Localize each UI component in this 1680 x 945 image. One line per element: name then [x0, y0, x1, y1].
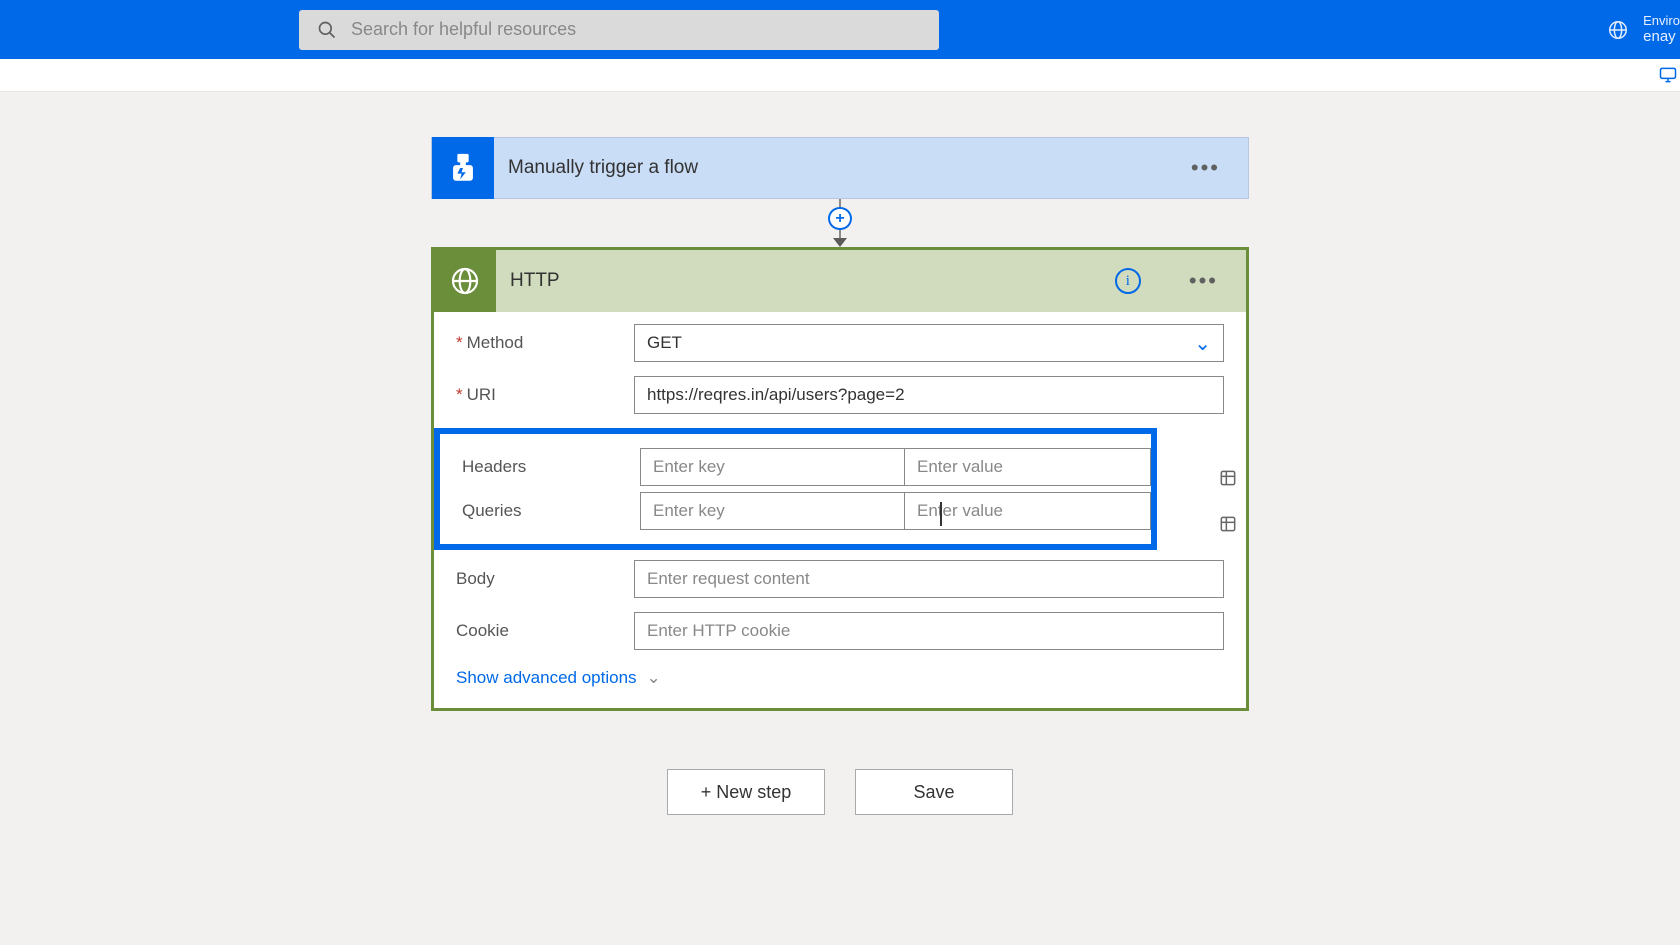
uri-row: *URI — [456, 376, 1224, 414]
uri-label: *URI — [456, 385, 634, 405]
http-header[interactable]: HTTP i ••• — [434, 250, 1246, 312]
add-step-button[interactable]: + — [828, 207, 852, 230]
http-card: HTTP i ••• *Method GET ⌄ *URI — [431, 247, 1249, 711]
body-input[interactable] — [634, 560, 1224, 598]
headers-queries-highlight-row: Headers Queries — [456, 428, 1224, 560]
trigger-icon — [432, 137, 494, 199]
text-cursor — [940, 502, 942, 526]
method-value: GET — [647, 333, 682, 353]
http-icon — [434, 250, 496, 312]
chevron-down-icon: ⌄ — [1194, 331, 1211, 356]
cookie-row: Cookie — [456, 612, 1224, 650]
method-select[interactable]: GET ⌄ — [634, 324, 1224, 362]
body-label: Body — [456, 569, 634, 589]
environment-text: Enviro enay — [1643, 13, 1680, 47]
save-button[interactable]: Save — [855, 769, 1013, 815]
top-bar: Enviro enay — [0, 0, 1680, 59]
method-row: *Method GET ⌄ — [456, 324, 1224, 362]
highlight-box: Headers Queries — [434, 428, 1157, 550]
uri-input[interactable] — [634, 376, 1224, 414]
search-box[interactable] — [299, 10, 939, 50]
headers-value-input[interactable] — [905, 448, 1151, 486]
flow-canvas: Manually trigger a flow ••• + HTTP i •••… — [0, 92, 1680, 815]
queries-key-input[interactable] — [640, 492, 905, 530]
environment-icon — [1607, 19, 1629, 41]
show-advanced-link[interactable]: Show advanced options ⌄ — [456, 668, 661, 688]
search-input[interactable] — [351, 19, 921, 40]
environment-block[interactable]: Enviro enay — [1607, 13, 1680, 47]
arrow-down-icon — [833, 238, 847, 247]
queries-label: Queries — [462, 501, 640, 521]
method-label: *Method — [456, 333, 634, 353]
trigger-menu-icon[interactable]: ••• — [1163, 155, 1248, 181]
headers-key-input[interactable] — [640, 448, 905, 486]
new-step-button[interactable]: + New step — [667, 769, 825, 815]
http-title: HTTP — [496, 270, 1115, 292]
trigger-title: Manually trigger a flow — [494, 157, 1163, 179]
headers-mode-toggle[interactable] — [1201, 468, 1255, 488]
http-form: *Method GET ⌄ *URI Headers — [434, 312, 1246, 708]
headers-row: Headers — [440, 448, 1151, 486]
queries-row: Queries — [440, 492, 1151, 530]
sub-bar — [0, 59, 1680, 92]
headers-label: Headers — [462, 457, 640, 477]
body-row: Body — [456, 560, 1224, 598]
chevron-down-icon: ⌄ — [647, 668, 661, 688]
queries-mode-toggle[interactable] — [1201, 514, 1255, 534]
cookie-label: Cookie — [456, 621, 634, 641]
feedback-icon[interactable] — [1658, 65, 1678, 90]
trigger-card[interactable]: Manually trigger a flow ••• — [431, 137, 1249, 199]
bottom-buttons: + New step Save — [667, 769, 1013, 815]
search-icon — [317, 20, 337, 40]
connector: + — [828, 199, 852, 247]
info-icon[interactable]: i — [1115, 268, 1141, 294]
cookie-input[interactable] — [634, 612, 1224, 650]
http-menu-icon[interactable]: ••• — [1161, 268, 1246, 294]
